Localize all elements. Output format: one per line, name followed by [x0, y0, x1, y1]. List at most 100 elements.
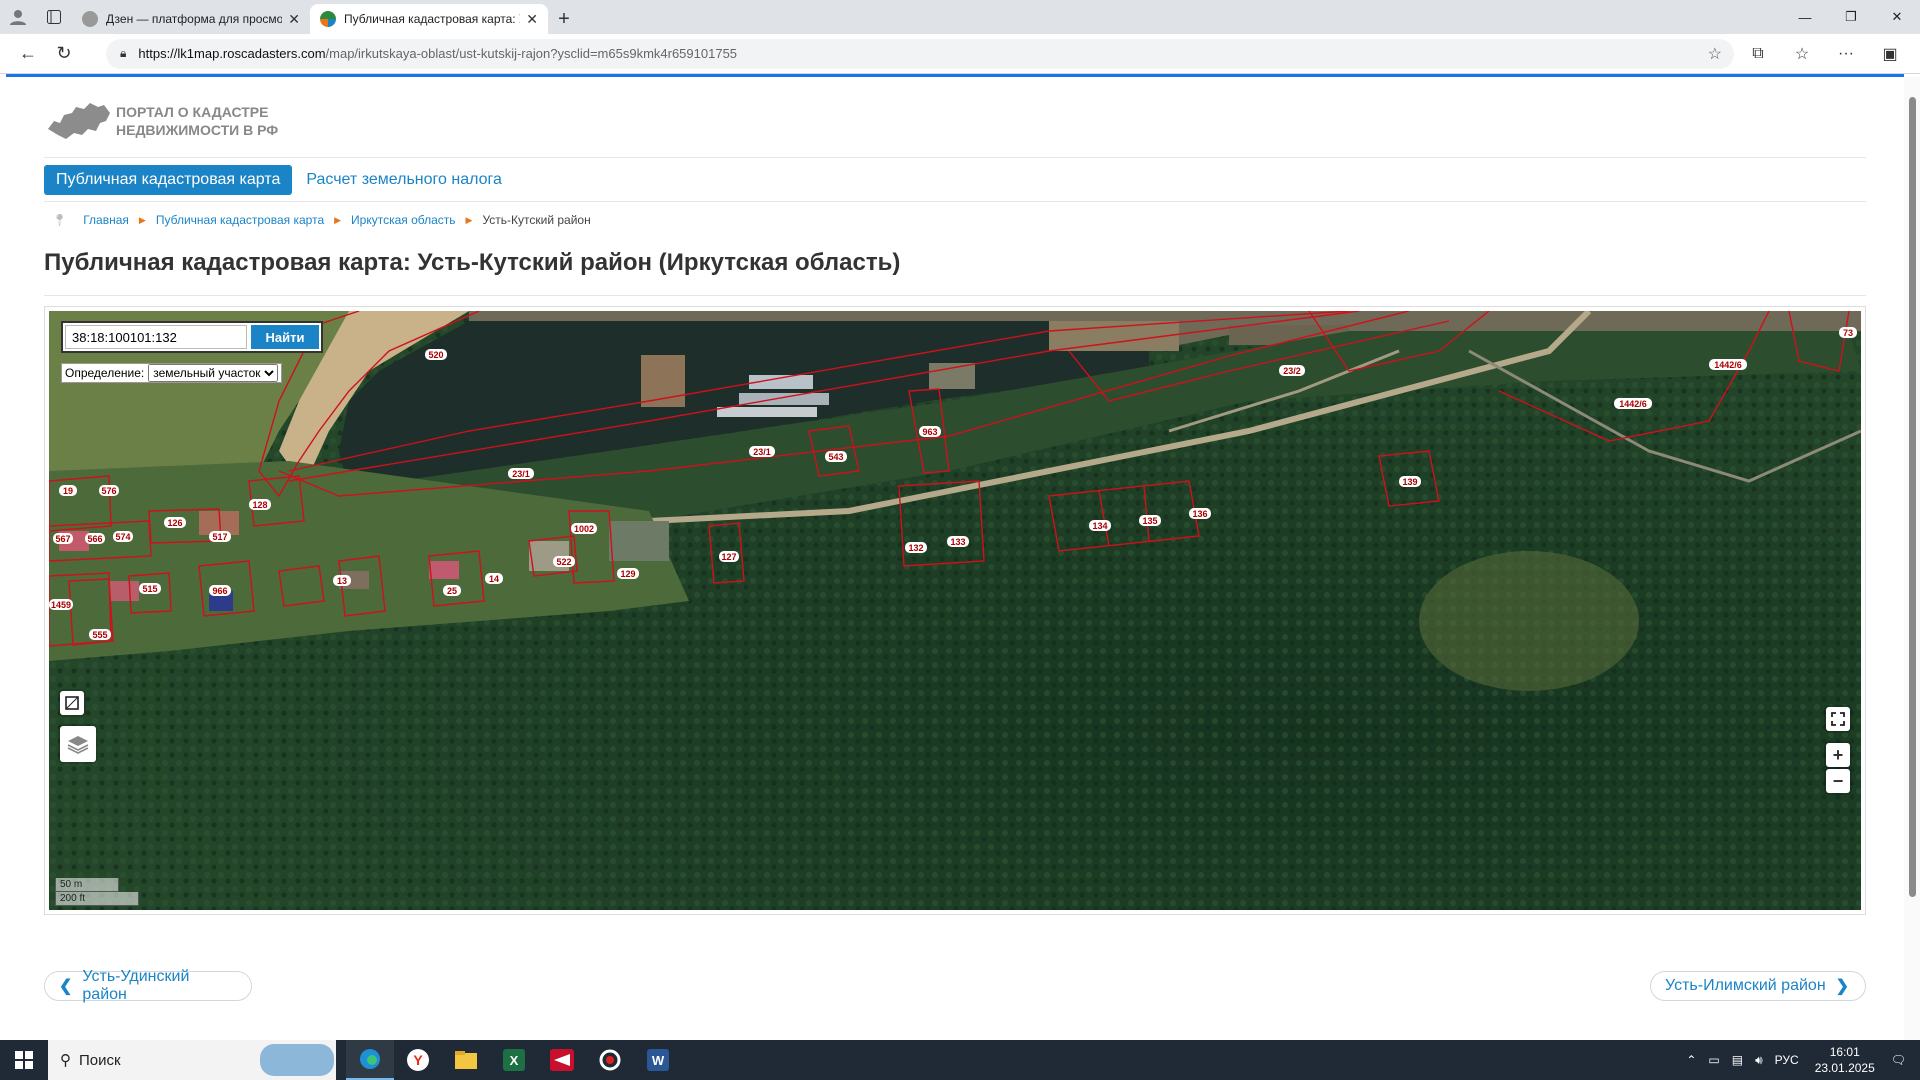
parcel-label[interactable]: 574 — [113, 531, 133, 542]
restore-icon[interactable]: ❐ — [1828, 0, 1874, 34]
parcel-label[interactable]: 555 — [89, 629, 111, 640]
lock-icon[interactable]: 🔒︎ — [120, 46, 126, 61]
svg-text:576: 576 — [101, 486, 116, 496]
menu-land-tax[interactable]: Расчет земельного налога — [292, 165, 516, 195]
parcel-label[interactable]: 73 — [1839, 327, 1857, 338]
parcel-label[interactable]: 14 — [485, 573, 503, 584]
parcel-label[interactable]: 132 — [905, 542, 927, 553]
parcel-label[interactable]: 134 — [1089, 520, 1111, 531]
parcel-label[interactable]: 23/1 — [749, 446, 775, 457]
parcel-label[interactable]: 1459 — [49, 599, 73, 610]
input-language[interactable]: РУС — [1775, 1053, 1799, 1067]
parcel-label[interactable]: 126 — [164, 517, 186, 528]
parcel-label[interactable]: 1002 — [571, 523, 597, 534]
parcel-label[interactable]: 576 — [99, 485, 119, 496]
address-field[interactable]: 🔒︎ https://lk1map.roscadasters.com/map/i… — [106, 38, 1734, 69]
fullscreen-button[interactable] — [1826, 707, 1850, 731]
logo-line-2: НЕДВИЖИМОСТИ В РФ — [116, 122, 279, 138]
word-app-icon[interactable]: W — [634, 1040, 682, 1080]
file-explorer-icon[interactable] — [442, 1040, 490, 1080]
prev-district-link[interactable]: ❮ Усть-Удинский район — [44, 968, 252, 1003]
refresh-button[interactable]: ↻ — [46, 38, 82, 70]
parcel-label[interactable]: 136 — [1189, 508, 1211, 519]
menu-cadastral-map[interactable]: Публичная кадастровая карта — [44, 165, 293, 195]
svg-text:128: 128 — [252, 500, 267, 510]
parcel-label[interactable]: 129 — [617, 568, 639, 579]
parcel-label[interactable]: 520 — [425, 349, 447, 360]
scrollbar-thumb[interactable] — [1909, 97, 1916, 897]
parcel-label[interactable]: 23/2 — [1279, 365, 1305, 376]
notifications-icon[interactable]: 🗨︎ — [1891, 1053, 1906, 1067]
layers-button[interactable] — [60, 726, 96, 762]
ruler-button[interactable] — [60, 691, 84, 715]
extensions-icon[interactable]: ⧉ — [1736, 38, 1780, 70]
cadastral-number-input[interactable] — [65, 325, 247, 349]
satellite-map[interactable]: 520 23/2 1442/6 1442/6 23/1 23/1 543 963… — [49, 311, 1861, 910]
zoom-out-button[interactable]: − — [1826, 769, 1850, 793]
excel-app-icon[interactable]: X — [490, 1040, 538, 1080]
volume-icon[interactable]: 🔊︎ — [1755, 1053, 1763, 1068]
parcel-label[interactable]: 139 — [1399, 476, 1421, 487]
divider — [44, 157, 1866, 158]
minimize-icon[interactable]: — — [1782, 0, 1828, 34]
portal-logo[interactable]: ПОРТАЛ О КАДАСТРЕ НЕДВИЖИМОСТИ В РФ — [46, 99, 278, 143]
find-button[interactable]: Найти — [251, 325, 319, 349]
parcel-label[interactable]: 966 — [209, 585, 231, 596]
svg-text:23/1: 23/1 — [753, 447, 771, 457]
parcel-label[interactable]: 23/1 — [508, 468, 534, 479]
close-tab-icon[interactable]: ✕ — [526, 11, 538, 28]
parcel-label[interactable]: 133 — [947, 536, 969, 547]
parcel-label[interactable]: 517 — [209, 531, 231, 542]
breadcrumb-home[interactable]: Главная — [83, 213, 129, 227]
edge-app-icon[interactable] — [346, 1040, 394, 1080]
parcel-label[interactable]: 135 — [1139, 515, 1161, 526]
clock[interactable]: 16:01 23.01.2025 — [1815, 1044, 1875, 1076]
parcel-label[interactable]: 515 — [139, 583, 161, 594]
svg-text:25: 25 — [447, 586, 457, 596]
parcel-label[interactable]: 19 — [59, 485, 77, 496]
logo-line-1: ПОРТАЛ О КАДАСТРЕ — [116, 104, 269, 120]
satellite-imagery[interactable]: 520 23/2 1442/6 1442/6 23/1 23/1 543 963… — [49, 311, 1861, 910]
chevron-up-icon[interactable]: ⌃ — [1686, 1053, 1696, 1067]
clock-date: 23.01.2025 — [1814, 1061, 1875, 1075]
back-button[interactable]: ← — [10, 38, 46, 70]
parcel-label[interactable]: 522 — [553, 556, 575, 567]
chevron-left-icon: ❮ — [59, 978, 73, 995]
next-district-link[interactable]: Усть-Илимский район ❯ — [1650, 971, 1866, 1001]
windows-start-button[interactable] — [0, 1040, 48, 1080]
taskbar-search[interactable]: ⚲ Поиск — [48, 1040, 336, 1080]
zoom-in-button[interactable]: + — [1826, 743, 1850, 767]
parcel-label[interactable]: 566 — [85, 533, 105, 544]
favorites-icon[interactable]: ☆ — [1780, 38, 1824, 70]
yandex-browser-icon[interactable]: Y — [394, 1040, 442, 1080]
close-tab-icon[interactable]: ✕ — [288, 11, 300, 28]
sidebar-icon[interactable]: ▣ — [1868, 38, 1912, 70]
tab-dzen[interactable]: Дзен — платформа для просмотра ✕ — [72, 4, 310, 34]
parcel-label[interactable]: 25 — [443, 585, 461, 596]
breadcrumb-map[interactable]: Публичная кадастровая карта — [156, 213, 324, 227]
svg-text:1002: 1002 — [574, 524, 594, 534]
tab-cadastral-map[interactable]: Публичная кадастровая карта: У ✕ — [310, 4, 548, 34]
parcel-label[interactable]: 128 — [249, 499, 271, 510]
parcel-label[interactable]: 127 — [719, 551, 739, 562]
parcel-label[interactable]: 1442/6 — [1709, 359, 1747, 370]
network-icon[interactable]: ▤ — [1732, 1053, 1743, 1067]
parcel-label[interactable]: 1442/6 — [1614, 398, 1652, 409]
profile-icon[interactable] — [0, 0, 36, 34]
red-app-icon[interactable] — [538, 1040, 586, 1080]
ring-app-icon[interactable] — [586, 1040, 634, 1080]
new-tab-button[interactable]: + — [548, 4, 580, 34]
favorite-star-icon[interactable]: ☆ — [1708, 44, 1722, 64]
tab-actions-icon[interactable] — [36, 0, 72, 34]
measure-icon — [65, 696, 79, 710]
more-menu-icon[interactable]: ··· — [1824, 38, 1868, 70]
parcel-label[interactable]: 963 — [919, 426, 941, 437]
definition-select[interactable]: земельный участок — [148, 364, 279, 382]
close-window-icon[interactable]: ✕ — [1874, 0, 1920, 34]
breadcrumb-region[interactable]: Иркутская область — [351, 213, 456, 227]
parcel-label[interactable]: 543 — [825, 451, 847, 462]
page-scrollbar[interactable] — [1904, 77, 1920, 1041]
parcel-label[interactable]: 567 — [53, 533, 73, 544]
meet-now-icon[interactable]: ▭ — [1708, 1053, 1719, 1067]
parcel-label[interactable]: 13 — [333, 575, 351, 586]
